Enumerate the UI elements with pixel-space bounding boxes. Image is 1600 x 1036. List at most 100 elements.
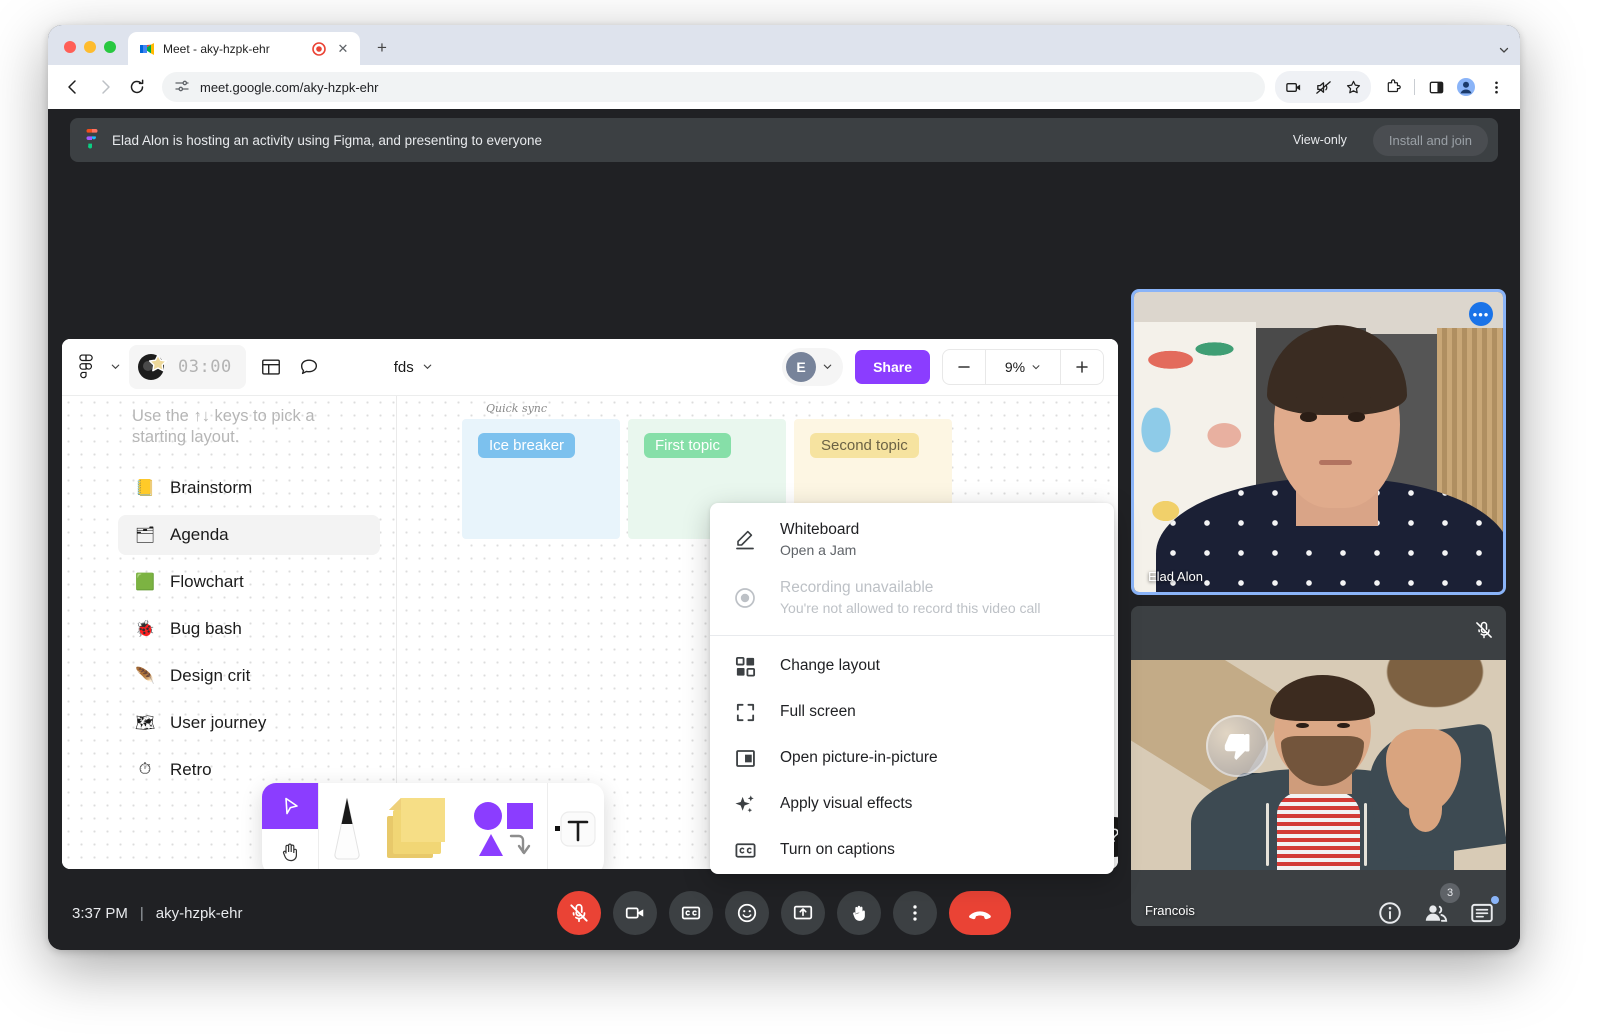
whiteboard-pencil-icon (732, 527, 758, 553)
board-chip: Second topic (810, 433, 919, 458)
chevron-down-icon[interactable] (110, 361, 121, 374)
participant-name: Francois (1145, 903, 1195, 918)
layout-item-agenda[interactable]: 🗂 Agenda (118, 515, 380, 555)
install-and-join-button[interactable]: Install and join (1372, 124, 1488, 156)
bookmark-star-icon[interactable] (1339, 73, 1367, 101)
address-bar[interactable]: meet.google.com/aky-hzpk-ehr (162, 72, 1265, 102)
menu-item-full-screen[interactable]: Full screen (710, 690, 1114, 736)
zoom-level-display[interactable]: 9% (985, 350, 1061, 384)
timer-value: 03:00 (178, 357, 232, 377)
minimize-window-button[interactable] (84, 41, 96, 53)
end-call-button[interactable] (949, 891, 1011, 935)
meeting-right-icons: 3 (1376, 883, 1499, 927)
pen-marker-tool-icon[interactable] (319, 783, 375, 869)
chevron-down-icon[interactable] (1498, 44, 1510, 59)
bug-icon: 🐞 (135, 621, 155, 638)
browser-tab[interactable]: Meet - aky-hzpk-ehr ✕ (128, 32, 360, 65)
arrow-left-icon[interactable] (58, 72, 88, 102)
profile-avatar-icon[interactable] (1452, 73, 1480, 101)
timer-widget[interactable]: 03:00 (129, 345, 246, 389)
figma-logo-icon[interactable] (76, 354, 98, 380)
comment-bubble-icon[interactable] (296, 354, 322, 380)
thumbs-down-icon (1206, 714, 1268, 777)
mic-off-button[interactable] (557, 891, 601, 935)
participant-tile-self[interactable]: ••• Elad Alon (1131, 289, 1506, 595)
unread-dot (1491, 896, 1499, 904)
star-avatar-icon (136, 350, 170, 384)
people-icon[interactable]: 3 (1422, 883, 1460, 927)
menu-item-picture-in-picture[interactable]: Open picture-in-picture (710, 736, 1114, 782)
zoom-in-button[interactable] (1061, 350, 1103, 384)
mute-site-icon[interactable] (1309, 73, 1337, 101)
layout-item-flowchart[interactable]: 🟩 Flowchart (118, 562, 380, 602)
zoom-level-text: 9% (1004, 359, 1026, 375)
figma-collaborators[interactable]: E (782, 348, 844, 386)
board-chip: First topic (644, 433, 732, 458)
layout-item-bug-bash[interactable]: 🐞 Bug bash (118, 609, 380, 649)
menu-item-change-layout[interactable]: Change layout (710, 644, 1114, 690)
tune-icon[interactable] (174, 78, 190, 97)
share-button[interactable]: Share (855, 350, 930, 384)
shapes-tool-icon[interactable] (461, 783, 547, 869)
more-options-button[interactable] (893, 891, 937, 935)
menu-item-whiteboard[interactable]: Whiteboard Open a Jam (710, 511, 1114, 569)
brainstorm-icon: 📒 (135, 480, 155, 497)
extensions-puzzle-icon[interactable] (1379, 73, 1407, 101)
text-tool-icon[interactable] (548, 783, 604, 869)
view-only-label: View-only (1292, 133, 1347, 147)
tab-title: Meet - aky-hzpk-ehr (163, 41, 270, 56)
cursor-tool-icon[interactable] (262, 783, 318, 829)
menu-item-title: Apply visual effects (780, 795, 913, 813)
menu-item-visual-effects[interactable]: Apply visual effects (710, 782, 1114, 828)
participant-video (1134, 292, 1503, 592)
close-window-button[interactable] (64, 41, 76, 53)
captions-button[interactable] (669, 891, 713, 935)
board-column: Ice breaker (462, 419, 620, 539)
layout-item-brainstorm[interactable]: 📒 Brainstorm (118, 468, 380, 508)
zoom-controls: 9% (942, 349, 1104, 385)
url-text: meet.google.com/aky-hzpk-ehr (200, 79, 379, 95)
figma-file-name[interactable]: fds (394, 359, 414, 376)
menu-item-title: Full screen (780, 703, 856, 721)
menu-item-subtitle: You're not allowed to record this video … (780, 599, 1041, 616)
info-icon[interactable] (1376, 899, 1404, 927)
cursor-and-hand-tools (262, 783, 318, 869)
hand-tool-icon[interactable] (262, 829, 318, 869)
layout-item-label: Flowchart (170, 572, 244, 591)
new-tab-button[interactable]: + (368, 34, 396, 62)
menu-item-captions[interactable]: Turn on captions (710, 828, 1114, 874)
record-indicator-icon[interactable] (312, 41, 326, 56)
participant-video (1131, 660, 1506, 870)
chevron-down-icon[interactable] (822, 361, 833, 374)
starting-layout-list: 📒 Brainstorm 🗂 Agenda 🟩 Flowchart 🐞 Bug … (118, 468, 380, 797)
layout-item-design-crit[interactable]: 🪶 Design crit (118, 656, 380, 696)
visual-effects-sparkle-icon (732, 792, 758, 818)
layout-item-label: User journey (170, 713, 267, 732)
chevron-down-icon (1031, 359, 1041, 375)
close-icon[interactable]: ✕ (334, 40, 352, 58)
divider (1414, 79, 1415, 95)
zoom-out-button[interactable] (943, 350, 985, 384)
layout-panel-icon[interactable] (258, 354, 284, 380)
sticky-note-tool-icon[interactable] (375, 783, 461, 869)
more-vertical-icon[interactable] (1482, 73, 1510, 101)
participant-name: Elad Alon (1148, 569, 1203, 584)
menu-item-title: Whiteboard (780, 521, 860, 538)
more-horizontal-icon[interactable]: ••• (1469, 302, 1493, 326)
reload-icon[interactable] (122, 72, 152, 102)
camera-button[interactable] (613, 891, 657, 935)
screen-share-icon[interactable] (1279, 73, 1307, 101)
emoji-reactions-button[interactable] (725, 891, 769, 935)
present-screen-button[interactable] (781, 891, 825, 935)
side-panel-icon[interactable] (1422, 73, 1450, 101)
raise-hand-button[interactable] (837, 891, 881, 935)
layout-item-user-journey[interactable]: 🗺 User journey (118, 703, 380, 743)
menu-divider (710, 634, 1114, 636)
arrow-right-icon[interactable] (90, 72, 120, 102)
menu-item-recording: Recording unavailable You're not allowed… (710, 569, 1114, 627)
menu-item-title: Recording unavailable (780, 578, 934, 596)
chat-icon[interactable] (1468, 896, 1499, 927)
figma-icon (84, 129, 100, 151)
chevron-down-icon[interactable] (422, 361, 433, 374)
maximize-window-button[interactable] (104, 41, 116, 53)
